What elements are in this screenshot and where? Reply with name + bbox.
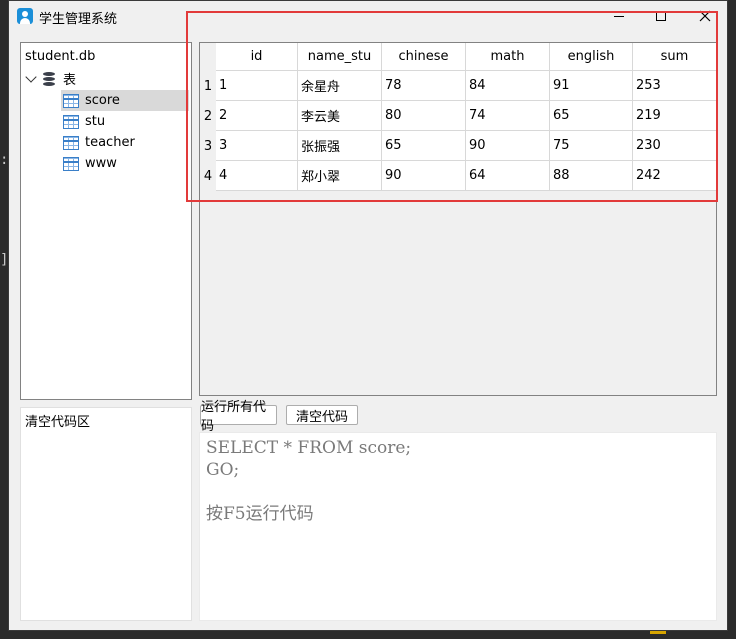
tree-group-tables[interactable]: 表 xyxy=(43,68,76,89)
tree-item-label: score xyxy=(85,93,120,108)
table-cell[interactable]: 余星舟 xyxy=(298,71,382,101)
table-cell[interactable]: 65 xyxy=(382,131,466,161)
table-cell[interactable]: 91 xyxy=(550,71,633,101)
table-icon xyxy=(63,114,79,129)
tree-item-www[interactable]: www xyxy=(61,153,189,174)
table-cell[interactable]: 84 xyxy=(466,71,550,101)
minimize-icon xyxy=(614,15,624,17)
row-header[interactable]: 2 xyxy=(200,101,216,131)
app-window: 学生管理系统 student.db 表 score stu teacher ww… xyxy=(8,0,728,631)
sql-editor[interactable]: SELECT * FROM score; GO; 按F5运行代码 xyxy=(199,432,717,621)
column-header-sum[interactable]: sum xyxy=(633,43,716,71)
table-cell[interactable]: 80 xyxy=(382,101,466,131)
tree-item-score[interactable]: score xyxy=(61,90,189,111)
run-all-button[interactable]: 运行所有代码 xyxy=(200,400,277,434)
close-icon xyxy=(699,10,711,22)
column-header-math[interactable]: math xyxy=(466,43,550,71)
chevron-down-icon[interactable] xyxy=(25,71,37,83)
table-cell[interactable]: 78 xyxy=(382,71,466,101)
grid-empty-area xyxy=(216,191,716,395)
table-cell[interactable]: 李云美 xyxy=(298,101,382,131)
background-accent xyxy=(650,631,666,634)
column-header-english[interactable]: english xyxy=(550,43,633,71)
tree-group-label: 表 xyxy=(63,73,77,88)
window-title: 学生管理系统 xyxy=(39,12,118,27)
background-fragment: ] xyxy=(0,252,8,268)
tree-item-label: stu xyxy=(85,114,106,129)
table-cell[interactable]: 74 xyxy=(466,101,550,131)
table-cell[interactable]: 2 xyxy=(216,101,298,131)
column-header-name[interactable]: name_stu xyxy=(298,43,382,71)
title-bar: 学生管理系统 xyxy=(9,1,727,33)
maximize-icon xyxy=(656,11,666,21)
table-cell[interactable]: 253 xyxy=(633,71,716,101)
tree-item-stu[interactable]: stu xyxy=(61,111,189,132)
grid-corner xyxy=(200,43,216,71)
minimize-button[interactable] xyxy=(599,1,639,31)
background-fragment: : xyxy=(0,152,8,168)
table-cell[interactable]: 230 xyxy=(633,131,716,161)
database-icon xyxy=(43,71,55,86)
row-header[interactable]: 1 xyxy=(200,71,216,101)
student-icon xyxy=(17,8,33,24)
maximize-button[interactable] xyxy=(641,1,681,31)
table-cell[interactable]: 郑小翠 xyxy=(298,161,382,191)
editor-line: SELECT * FROM score; xyxy=(206,438,412,458)
table-icon xyxy=(63,156,79,171)
table-cell[interactable]: 90 xyxy=(466,131,550,161)
row-header[interactable]: 3 xyxy=(200,131,216,161)
table-cell[interactable]: 3 xyxy=(216,131,298,161)
table-icon xyxy=(63,93,79,108)
tree-item-label: teacher xyxy=(85,135,135,150)
table-cell[interactable]: 4 xyxy=(216,161,298,191)
tree-item-teacher[interactable]: teacher xyxy=(61,132,189,153)
table-cell[interactable]: 64 xyxy=(466,161,550,191)
column-header-id[interactable]: id xyxy=(216,43,298,71)
table-icon xyxy=(63,135,79,150)
table-cell[interactable]: 75 xyxy=(550,131,633,161)
tree-root-label: student.db xyxy=(25,49,96,64)
tree-item-label: www xyxy=(85,156,117,171)
table-cell[interactable]: 1 xyxy=(216,71,298,101)
row-header[interactable]: 4 xyxy=(200,161,216,191)
table-cell[interactable]: 219 xyxy=(633,101,716,131)
table-tree: student.db 表 score stu teacher www xyxy=(20,42,192,400)
close-button[interactable] xyxy=(685,1,725,31)
clear-code-button[interactable]: 清空代码 xyxy=(286,405,358,425)
table-cell[interactable]: 65 xyxy=(550,101,633,131)
code-area-panel: 清空代码区 xyxy=(20,407,192,621)
result-grid[interactable]: id name_stu chinese math english sum 1 1… xyxy=(199,42,717,396)
editor-line: GO; xyxy=(206,460,240,480)
table-cell[interactable]: 90 xyxy=(382,161,466,191)
table-cell[interactable]: 242 xyxy=(633,161,716,191)
table-cell[interactable]: 88 xyxy=(550,161,633,191)
code-area-label: 清空代码区 xyxy=(25,415,91,430)
editor-hint: 按F5运行代码 xyxy=(206,504,314,524)
column-header-chinese[interactable]: chinese xyxy=(382,43,466,71)
table-cell[interactable]: 张振强 xyxy=(298,131,382,161)
